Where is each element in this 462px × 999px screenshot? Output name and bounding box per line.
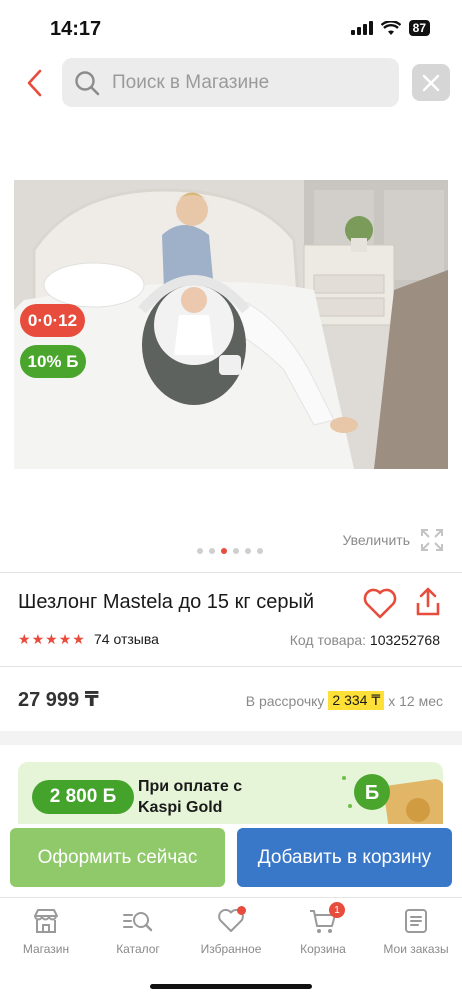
close-icon: [422, 74, 440, 91]
installment-prefix: В рассрочку: [245, 692, 325, 709]
installment-info: В рассрочку 2 334 ₸ х 12 мес: [246, 691, 443, 710]
status-bar: 14:17 87: [0, 0, 462, 56]
favorite-button[interactable]: [363, 588, 397, 620]
product-code-label: Код товара:: [289, 632, 367, 648]
divider: [0, 666, 462, 667]
star-icon: ★: [18, 631, 31, 647]
kaspi-gold-promo[interactable]: 2 800 Б При оплате с Kaspi Gold Б: [18, 762, 443, 824]
expand-icon: [421, 529, 443, 551]
tab-label: Каталог: [116, 942, 160, 956]
product-price: 27 999 ₸: [18, 689, 99, 711]
checkout-now-button[interactable]: Оформить сейчас: [10, 828, 225, 887]
pagination-dot[interactable]: [209, 548, 215, 554]
tab-label: Мои заказы: [383, 942, 449, 956]
shop-icon: [34, 909, 58, 933]
installment-suffix: х 12 мес: [388, 692, 443, 709]
tab-my-orders[interactable]: Мои заказы: [370, 906, 462, 956]
tab-catalog[interactable]: Каталог: [92, 906, 184, 956]
promo-text: При оплате с Kaspi Gold: [138, 776, 242, 818]
pagination-dot-active[interactable]: [221, 548, 227, 554]
promo-bonus-badge: 2 800 Б: [32, 780, 134, 814]
heart-icon: [363, 588, 397, 619]
star-icon: ★: [45, 631, 58, 647]
favorites-badge-dot: [237, 906, 246, 915]
battery-indicator: 87: [408, 20, 430, 36]
product-code: Код товара: 103252768: [290, 632, 440, 648]
star-icon: ★: [72, 631, 85, 647]
cart-count-badge: 1: [329, 902, 345, 918]
installment-badge: 0·0·12: [20, 304, 85, 337]
tab-label: Магазин: [22, 942, 70, 956]
kaspi-gold-card-icon: Б: [342, 774, 443, 824]
star-icon: ★: [31, 631, 45, 647]
clear-search-button[interactable]: [412, 64, 450, 101]
share-icon: [416, 587, 440, 616]
zoom-button[interactable]: Увеличить: [342, 528, 444, 552]
product-title: Шезлонг Mastela до 15 кг серый: [18, 591, 315, 613]
status-icons: 87: [350, 20, 430, 36]
tab-label: Корзина: [300, 942, 346, 956]
pagination-dot[interactable]: [233, 548, 239, 554]
star-icon: ★: [58, 631, 72, 647]
image-pagination: [197, 548, 263, 554]
status-time: 14:17: [50, 18, 102, 40]
back-button[interactable]: [20, 66, 48, 100]
reviews-link[interactable]: 74 отзыва: [94, 631, 159, 647]
rating-stars: ★ ★ ★ ★ ★: [18, 631, 85, 648]
svg-text:Б: Б: [365, 782, 379, 804]
orders-icon: [405, 909, 427, 933]
chevron-left-icon: [27, 69, 42, 97]
search-header: Поиск в Магазине: [0, 58, 462, 108]
home-indicator: [150, 984, 312, 989]
section-separator: [0, 731, 462, 745]
product-code-value: 103252768: [369, 632, 440, 648]
tab-label: Избранное: [200, 942, 262, 956]
tab-cart[interactable]: 1 Корзина: [277, 902, 369, 956]
pagination-dot[interactable]: [257, 548, 263, 554]
pagination-dot[interactable]: [197, 548, 203, 554]
installment-amount: 2 334 ₸: [328, 691, 385, 710]
promo-text-line1: При оплате с: [138, 778, 243, 795]
promo-text-line2: Kaspi Gold: [138, 799, 223, 816]
share-button[interactable]: [414, 586, 442, 618]
add-to-cart-button[interactable]: Добавить в корзину: [237, 828, 452, 887]
divider: [0, 572, 462, 573]
pagination-dot[interactable]: [245, 548, 251, 554]
tab-favorites[interactable]: Избранное: [185, 906, 277, 956]
zoom-label: Увеличить: [342, 532, 410, 548]
bonus-badge: 10% Б: [20, 345, 86, 378]
search-placeholder: Поиск в Магазине: [112, 71, 270, 93]
wifi-icon: [380, 20, 401, 35]
search-input[interactable]: Поиск в Магазине: [62, 58, 399, 107]
tab-shop[interactable]: Магазин: [0, 906, 92, 956]
catalog-search-icon: [123, 912, 153, 932]
search-icon: [75, 70, 100, 95]
signal-icon: [350, 21, 373, 35]
